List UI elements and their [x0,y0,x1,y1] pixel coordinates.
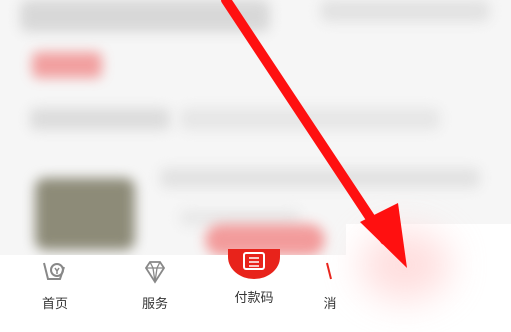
pointer-arrow-icon [221,0,407,268]
app-screen: 首页 服务 付款码 消 [0,0,511,332]
